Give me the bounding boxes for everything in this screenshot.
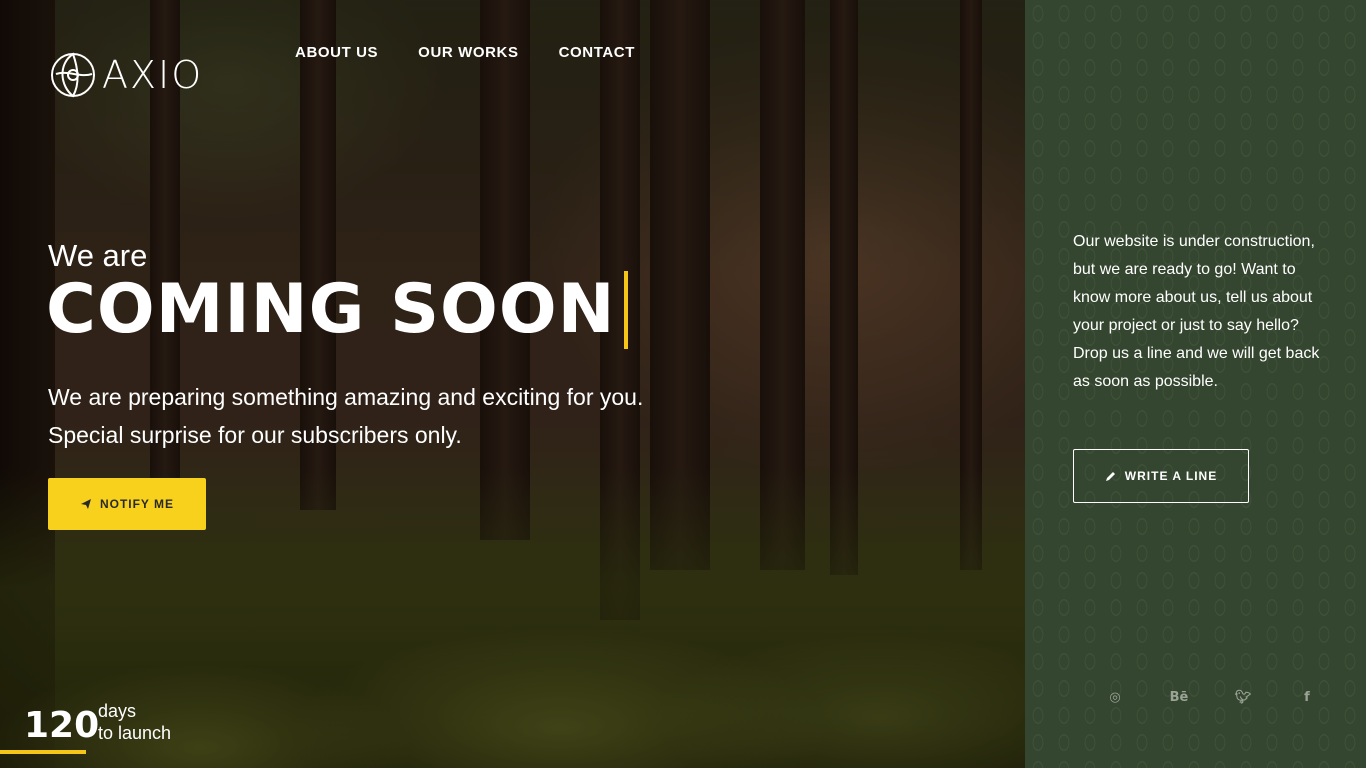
write-a-line-button[interactable]: WRITE A LINE (1073, 449, 1249, 503)
nav-our-works[interactable]: OUR WORKS (418, 44, 518, 61)
dribbble-icon[interactable]: ◎ (1105, 690, 1125, 705)
countdown-bar (0, 750, 86, 754)
countdown-unit: days (98, 701, 137, 721)
logo-mark-icon (51, 52, 95, 98)
hero-section: AXIO ABOUT US OUR WORKS CONTACT We are C… (0, 0, 1025, 768)
hero-title: COMING SOON (46, 270, 616, 349)
countdown-caption: to launch (98, 723, 172, 743)
main-nav: ABOUT US OUR WORKS CONTACT (295, 44, 635, 61)
notify-me-label: NOTIFY ME (99, 497, 175, 511)
nav-about-us[interactable]: ABOUT US (295, 44, 378, 61)
facebook-icon[interactable]: f (1297, 690, 1317, 705)
contact-panel: Our website is under construction, but w… (1025, 0, 1366, 768)
paper-plane-icon (80, 499, 91, 509)
hero-subtitle: We are preparing something amazing and e… (48, 384, 644, 448)
countdown-number-wrap: 120 (0, 708, 99, 754)
countdown-number: 120 (24, 705, 100, 746)
panel-description: Our website is under construction, but w… (1073, 233, 1320, 390)
typing-cursor (623, 270, 628, 349)
twitter-icon[interactable]: 🐦︎ (1233, 690, 1253, 705)
logo-text: AXIO (102, 53, 204, 97)
write-a-line-label: WRITE A LINE (1124, 469, 1218, 483)
countdown-label: days to launch (98, 700, 171, 744)
social-links: ◎ Bē 🐦︎ f (1105, 690, 1317, 705)
pencil-icon (1105, 472, 1115, 481)
logo[interactable]: AXIO (48, 44, 203, 106)
countdown: 120 days to launch (0, 700, 171, 754)
notify-me-button[interactable]: NOTIFY ME (48, 478, 206, 530)
hero-title-wrap: COMING SOON (46, 270, 628, 349)
nav-contact[interactable]: CONTACT (559, 44, 635, 61)
hero-kicker: We are (48, 238, 148, 273)
behance-icon[interactable]: Bē (1169, 690, 1189, 705)
